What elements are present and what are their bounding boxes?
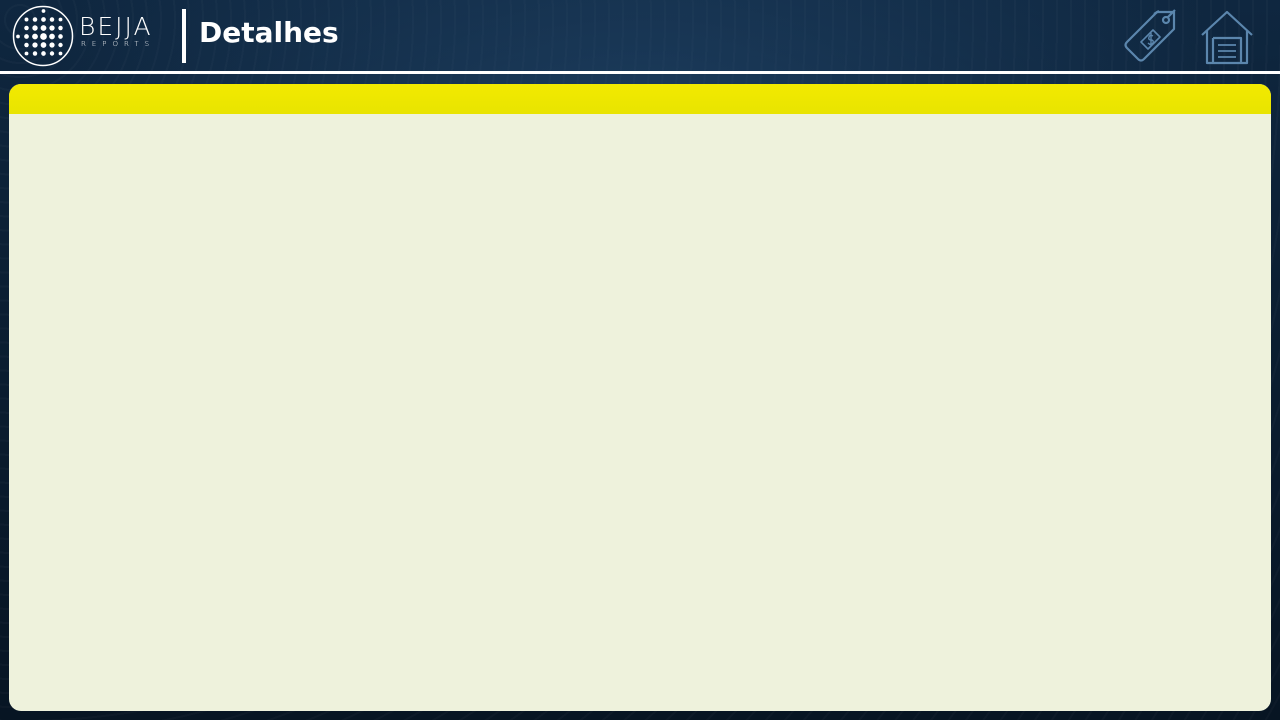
bejja-logo-icon <box>12 5 74 67</box>
logo-dot <box>40 33 47 40</box>
brand-subtitle: REPORTS <box>81 40 156 48</box>
logo-dot <box>49 42 55 48</box>
panel-body <box>9 114 1271 711</box>
logo-dot <box>58 34 63 39</box>
logo-dot <box>24 34 29 39</box>
logo-dot <box>58 51 63 56</box>
logo-dot <box>58 17 63 22</box>
logo-dot <box>49 33 55 40</box>
logo-dot <box>24 51 29 56</box>
logo-dot <box>32 17 38 22</box>
home-icon <box>1201 10 1253 65</box>
header-divider <box>182 9 186 63</box>
logo-dot <box>40 42 47 48</box>
logo-dot <box>32 51 38 56</box>
header-bar: BEJJA REPORTS Detalhes <box>0 0 1280 72</box>
logo-dot <box>49 17 55 22</box>
brand-name: BEJJA <box>79 12 153 41</box>
page-title: Detalhes <box>199 16 339 49</box>
home-button[interactable] <box>1198 8 1256 66</box>
logo-dot <box>41 17 46 22</box>
panel-header-bar <box>9 84 1271 114</box>
logo-dot <box>24 25 29 31</box>
price-tag-icon <box>1124 9 1176 62</box>
brand-logo: BEJJA REPORTS <box>79 14 155 49</box>
logo-dot <box>32 25 38 31</box>
logo-dot <box>24 17 29 22</box>
logo-dot <box>16 34 20 39</box>
logo-dot <box>24 42 29 48</box>
logo-dot <box>58 25 63 31</box>
logo-dot <box>40 25 47 31</box>
price-button[interactable] <box>1120 8 1178 66</box>
logo-dot <box>49 25 55 31</box>
header-underline <box>0 71 1280 74</box>
logo-dot <box>32 33 38 40</box>
logo-dot <box>58 42 63 48</box>
content-panel <box>9 84 1271 711</box>
logo-dot <box>41 9 46 13</box>
logo-dot <box>49 51 55 56</box>
logo-dot <box>32 42 38 48</box>
logo-dot <box>41 51 46 56</box>
